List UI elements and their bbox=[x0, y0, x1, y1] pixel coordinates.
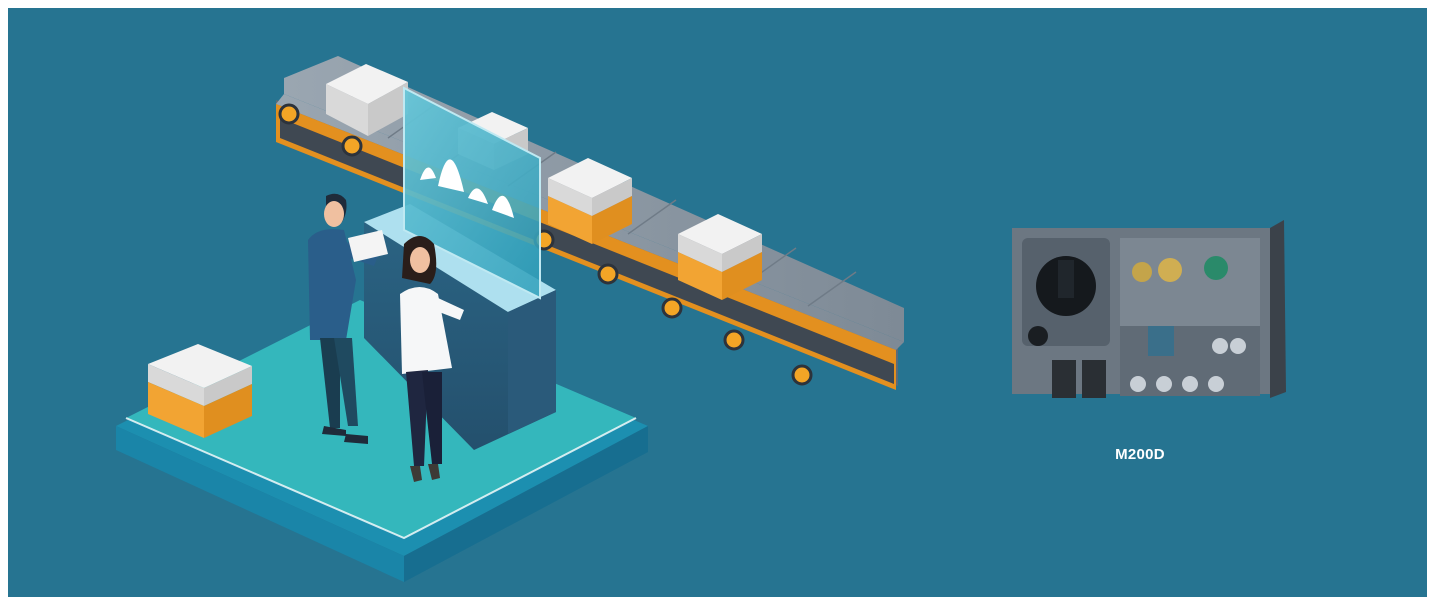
hero-banner: M200D bbox=[8, 8, 1427, 597]
m200d-device-image bbox=[1012, 220, 1286, 398]
factory-illustration bbox=[116, 56, 904, 582]
product-label: M200D bbox=[1115, 446, 1165, 463]
